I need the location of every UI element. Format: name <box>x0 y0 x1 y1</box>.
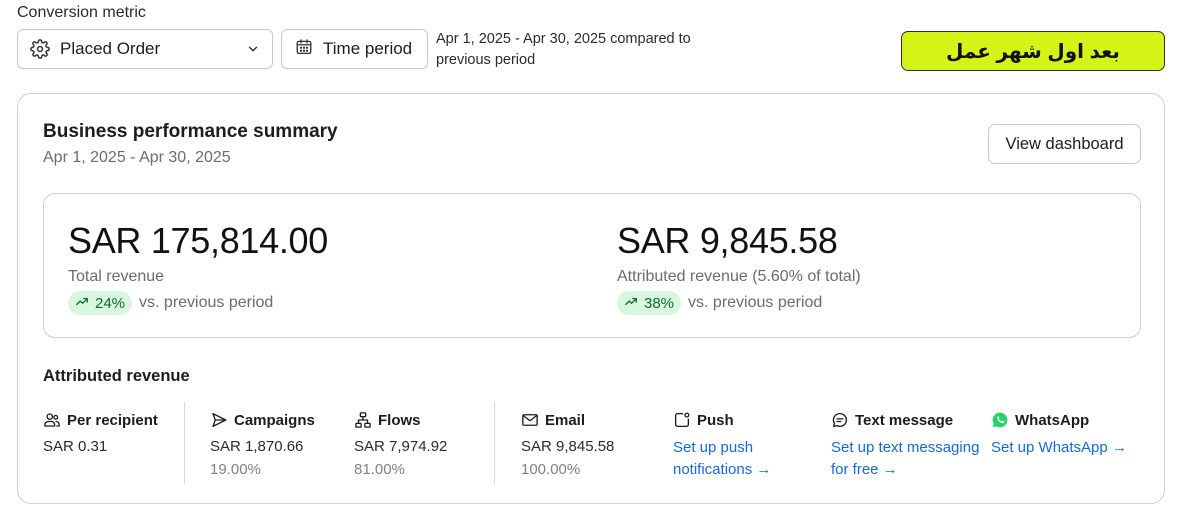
campaigns-header: Campaigns <box>210 409 315 431</box>
setup-push-link[interactable]: Set up push notifications → <box>673 437 803 481</box>
per-recipient-value: SAR 0.31 <box>43 438 108 455</box>
email-header: Email <box>521 409 614 431</box>
per-recipient-header: Per recipient <box>43 409 158 431</box>
setup-text-link[interactable]: Set up text messaging for free → <box>831 437 981 481</box>
conversion-metric-select[interactable]: Placed Order <box>17 29 273 69</box>
view-dashboard-button[interactable]: View dashboard <box>988 124 1141 164</box>
attributed-revenue-change: 38% vs. previous period <box>617 291 822 315</box>
campaigns-percent: 19.00% <box>210 461 261 478</box>
attributed-revenue-label: Attributed revenue (5.60% of total) <box>617 268 861 285</box>
per-recipient-column: Per recipient SAR 0.31 <box>43 409 158 456</box>
gear-icon <box>30 39 50 59</box>
whatsapp-label: WhatsApp <box>1015 411 1090 429</box>
push-column: Push Set up push notifications → <box>673 409 803 481</box>
trend-up-icon <box>75 294 95 312</box>
campaigns-label: Campaigns <box>234 411 315 429</box>
push-header: Push <box>673 409 803 431</box>
annotation-badge: بعد اول شهر عمل <box>901 31 1165 71</box>
text-message-label: Text message <box>855 411 954 429</box>
push-label: Push <box>697 411 734 429</box>
text-message-header: Text message <box>831 409 981 431</box>
change-value: 24% <box>95 294 126 312</box>
calendar-icon <box>295 38 313 61</box>
email-percent: 100.00% <box>521 461 581 478</box>
trend-up-icon <box>624 294 644 312</box>
send-icon <box>210 411 234 429</box>
attributed-revenue-amount: SAR 9,845.58 <box>617 220 838 261</box>
flows-label: Flows <box>378 411 421 429</box>
whatsapp-column: WhatsApp Set up WhatsApp → <box>991 409 1151 459</box>
flows-value: SAR 7,974.92 <box>354 438 448 455</box>
whatsapp-header: WhatsApp <box>991 409 1151 431</box>
conversion-metric-value: Placed Order <box>60 39 161 58</box>
comparison-text: vs. previous period <box>688 294 823 311</box>
comparison-text: vs. previous period <box>139 294 274 311</box>
chat-icon <box>831 411 855 429</box>
total-revenue-change: 24% vs. previous period <box>68 291 273 315</box>
flow-icon <box>354 411 378 429</box>
comparison-period-text: Apr 1, 2025 - Apr 30, 2025 compared to p… <box>436 31 691 68</box>
campaigns-column: Campaigns SAR 1,870.66 19.00% <box>210 409 315 479</box>
email-label: Email <box>545 411 586 429</box>
flows-header: Flows <box>354 409 447 431</box>
text-message-column: Text message Set up text messaging for f… <box>831 409 981 481</box>
push-icon <box>673 411 697 429</box>
mail-icon <box>521 411 545 429</box>
time-period-button[interactable]: Time period <box>281 29 428 69</box>
setup-whatsapp-link[interactable]: Set up WhatsApp → <box>991 437 1151 459</box>
business-performance-card: Business performance summary Apr 1, 2025… <box>17 93 1165 504</box>
time-period-label: Time period <box>323 39 413 58</box>
conversion-metric-label: Conversion metric <box>17 4 146 21</box>
people-icon <box>43 411 67 429</box>
email-column: Email SAR 9,845.58 100.00% <box>521 409 615 479</box>
flows-column: Flows SAR 7,974.92 81.00% <box>354 409 448 479</box>
change-value: 38% <box>644 294 675 312</box>
campaigns-value: SAR 1,870.66 <box>210 438 304 455</box>
total-revenue-amount: SAR 175,814.00 <box>68 220 328 261</box>
card-date-range: Apr 1, 2025 - Apr 30, 2025 <box>43 149 231 166</box>
change-badge: 38% <box>617 291 682 315</box>
card-title: Business performance summary <box>43 121 338 142</box>
per-recipient-label: Per recipient <box>67 411 158 429</box>
column-divider <box>184 402 185 484</box>
flows-percent: 81.00% <box>354 461 405 478</box>
revenue-metrics-panel: SAR 175,814.00 Total revenue 24% vs. pre… <box>43 193 1141 338</box>
email-value: SAR 9,845.58 <box>521 438 615 455</box>
change-badge: 24% <box>68 291 133 315</box>
column-divider <box>494 402 495 484</box>
total-revenue-label: Total revenue <box>68 268 165 285</box>
chevron-down-icon <box>246 42 260 56</box>
attributed-revenue-title: Attributed revenue <box>43 367 190 385</box>
whatsapp-icon <box>991 411 1015 429</box>
